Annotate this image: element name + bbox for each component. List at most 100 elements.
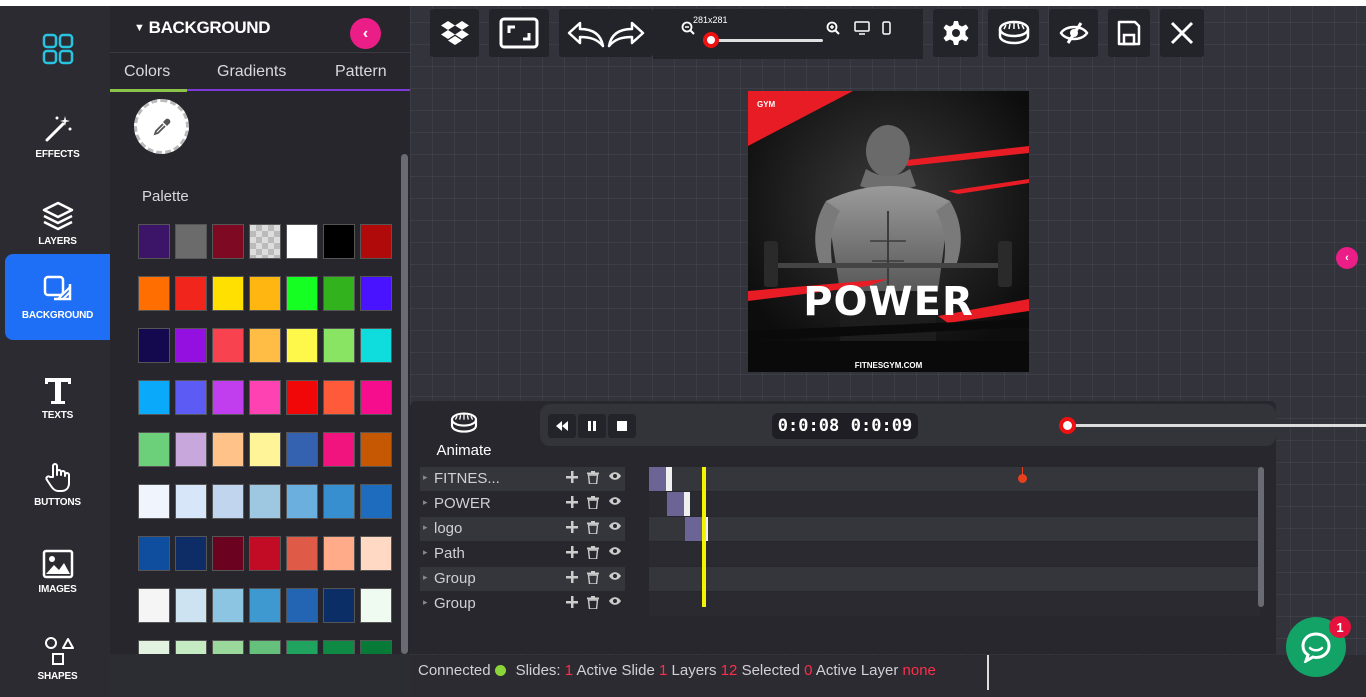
color-swatch[interactable] bbox=[249, 640, 281, 654]
animation-bar-handle[interactable] bbox=[666, 467, 672, 491]
color-swatch[interactable] bbox=[138, 276, 170, 311]
color-swatch[interactable] bbox=[286, 484, 318, 519]
color-swatch[interactable] bbox=[249, 484, 281, 519]
nav-effects[interactable]: EFFECTS bbox=[5, 93, 110, 179]
tab-colors[interactable]: Colors bbox=[124, 63, 170, 81]
color-swatch[interactable] bbox=[212, 484, 244, 519]
color-swatch[interactable] bbox=[323, 380, 355, 415]
undo-icon[interactable] bbox=[566, 17, 606, 49]
zoom-slider-handle[interactable] bbox=[702, 32, 719, 48]
color-swatch[interactable] bbox=[138, 484, 170, 519]
preview-toggle-button[interactable] bbox=[1049, 9, 1098, 57]
color-swatch[interactable] bbox=[323, 432, 355, 467]
color-swatch[interactable] bbox=[212, 588, 244, 623]
trash-icon[interactable] bbox=[587, 571, 599, 584]
nav-images[interactable]: IMAGES bbox=[5, 528, 110, 614]
nav-shapes[interactable]: SHAPES bbox=[5, 615, 110, 697]
color-swatch[interactable] bbox=[175, 484, 207, 519]
timeline-layer-row[interactable]: ▸ Group bbox=[420, 567, 1260, 591]
eye-icon[interactable] bbox=[608, 546, 622, 556]
color-swatch[interactable] bbox=[360, 640, 392, 654]
eye-icon[interactable] bbox=[608, 471, 622, 481]
trash-icon[interactable] bbox=[587, 596, 599, 609]
plus-icon[interactable] bbox=[566, 571, 578, 583]
color-swatch[interactable] bbox=[360, 588, 392, 623]
expand-caret-icon[interactable]: ▸ bbox=[423, 597, 428, 608]
layer-track[interactable] bbox=[649, 592, 1260, 616]
color-swatch[interactable] bbox=[323, 276, 355, 311]
color-swatch[interactable] bbox=[286, 588, 318, 623]
color-swatch[interactable] bbox=[175, 224, 207, 259]
timeline-layer-row[interactable]: ▸ POWER bbox=[420, 492, 1260, 516]
color-swatch[interactable] bbox=[286, 276, 318, 311]
color-swatch[interactable] bbox=[175, 432, 207, 467]
save-button[interactable] bbox=[1108, 9, 1150, 57]
color-swatch[interactable] bbox=[360, 224, 392, 259]
color-swatch[interactable] bbox=[286, 536, 318, 571]
expand-caret-icon[interactable]: ▸ bbox=[423, 472, 428, 483]
color-swatch[interactable] bbox=[360, 432, 392, 467]
nav-texts[interactable]: TEXTS bbox=[5, 354, 110, 440]
color-swatch[interactable] bbox=[323, 224, 355, 259]
plus-icon[interactable] bbox=[566, 596, 578, 608]
layer-track[interactable] bbox=[649, 492, 1260, 516]
animate-button[interactable]: Animate bbox=[424, 411, 504, 459]
color-swatch[interactable] bbox=[249, 224, 281, 259]
seek-track[interactable] bbox=[1060, 424, 1366, 427]
color-swatch[interactable] bbox=[249, 380, 281, 415]
color-swatch[interactable] bbox=[138, 432, 170, 467]
color-swatch[interactable] bbox=[249, 432, 281, 467]
color-swatch[interactable] bbox=[175, 328, 207, 363]
color-swatch[interactable] bbox=[360, 380, 392, 415]
tab-pattern[interactable]: Pattern bbox=[335, 63, 387, 81]
color-swatch[interactable] bbox=[286, 380, 318, 415]
expand-caret-icon[interactable]: ▸ bbox=[423, 522, 428, 533]
redo-icon[interactable] bbox=[606, 17, 646, 49]
color-swatch[interactable] bbox=[249, 588, 281, 623]
plus-icon[interactable] bbox=[566, 496, 578, 508]
color-swatch[interactable] bbox=[175, 276, 207, 311]
keyframe-marker[interactable] bbox=[1018, 474, 1027, 483]
timeline-layer-row[interactable]: ▸ FITNES... bbox=[420, 467, 1260, 491]
color-picker-button[interactable] bbox=[134, 99, 189, 154]
nav-background[interactable]: BACKGROUND bbox=[5, 254, 110, 340]
timeline-layer-row[interactable]: ▸ Group bbox=[420, 592, 1260, 616]
color-swatch[interactable] bbox=[360, 276, 392, 311]
nav-templates[interactable] bbox=[5, 6, 110, 92]
trash-icon[interactable] bbox=[587, 521, 599, 534]
color-swatch[interactable] bbox=[249, 536, 281, 571]
color-swatch[interactable] bbox=[286, 328, 318, 363]
trash-icon[interactable] bbox=[587, 546, 599, 559]
panel-scrollbar[interactable] bbox=[401, 154, 408, 654]
color-swatch[interactable] bbox=[175, 640, 207, 654]
timeline-scrollbar[interactable] bbox=[1258, 467, 1264, 607]
playhead[interactable] bbox=[702, 467, 706, 607]
color-swatch[interactable] bbox=[212, 432, 244, 467]
color-swatch[interactable] bbox=[286, 640, 318, 654]
plus-icon[interactable] bbox=[566, 546, 578, 558]
pause-button[interactable] bbox=[578, 414, 606, 438]
rewind-button[interactable] bbox=[548, 414, 576, 438]
color-swatch[interactable] bbox=[175, 536, 207, 571]
color-swatch[interactable] bbox=[212, 328, 244, 363]
panel-title[interactable]: ▼ BACKGROUND bbox=[134, 18, 271, 38]
trash-icon[interactable] bbox=[587, 496, 599, 509]
color-swatch[interactable] bbox=[138, 380, 170, 415]
seek-handle[interactable] bbox=[1058, 417, 1076, 434]
settings-button[interactable] bbox=[933, 9, 978, 57]
layer-track[interactable] bbox=[649, 542, 1260, 566]
eye-icon[interactable] bbox=[608, 571, 622, 581]
zoom-in-icon[interactable] bbox=[826, 21, 840, 35]
color-swatch[interactable] bbox=[286, 432, 318, 467]
eye-icon[interactable] bbox=[608, 596, 622, 606]
desktop-view-icon[interactable] bbox=[854, 21, 870, 35]
color-swatch[interactable] bbox=[138, 224, 170, 259]
color-swatch[interactable] bbox=[323, 640, 355, 654]
layer-track[interactable] bbox=[649, 467, 1260, 491]
color-swatch[interactable] bbox=[323, 328, 355, 363]
color-swatch[interactable] bbox=[360, 328, 392, 363]
color-swatch[interactable] bbox=[212, 276, 244, 311]
trash-icon[interactable] bbox=[587, 471, 599, 484]
color-swatch[interactable] bbox=[212, 380, 244, 415]
right-panel-toggle[interactable]: ‹ bbox=[1336, 247, 1358, 269]
